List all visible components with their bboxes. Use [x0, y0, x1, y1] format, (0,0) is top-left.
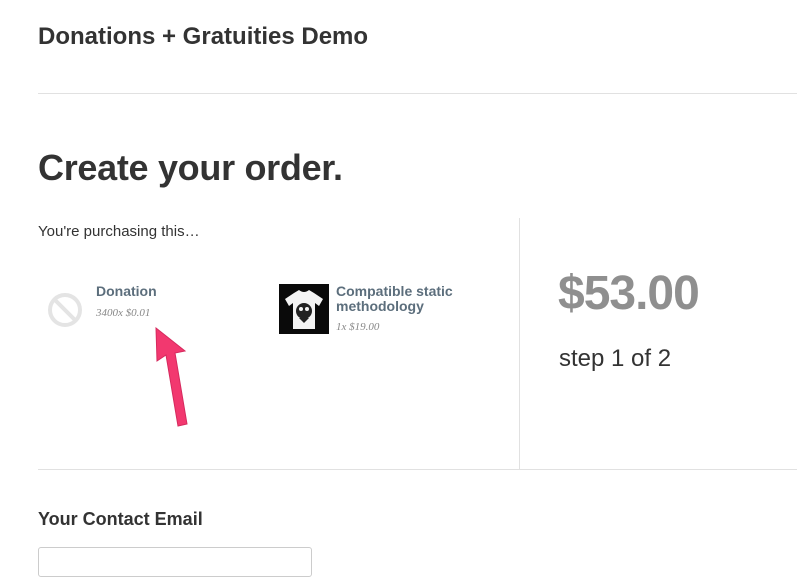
purchasing-label: You're purchasing this…: [38, 223, 200, 240]
tshirt-thumbnail[interactable]: [279, 284, 329, 334]
no-image-icon: [46, 291, 84, 329]
header-divider: [38, 93, 797, 94]
page-title: Create your order.: [38, 147, 343, 188]
email-field[interactable]: [38, 547, 312, 577]
step-indicator: step 1 of 2: [559, 345, 672, 372]
item-name-link[interactable]: Compatible static methodology: [336, 284, 476, 314]
item-quantity-price: 1x $19.00: [336, 321, 380, 333]
summary-divider: [519, 218, 520, 469]
contact-email-heading: Your Contact Email: [38, 509, 203, 529]
item-quantity-price: 3400x $0.01: [96, 307, 151, 319]
item-name-link[interactable]: Donation: [96, 284, 157, 299]
site-title: Donations + Gratuities Demo: [38, 23, 369, 50]
section-divider: [38, 469, 797, 470]
order-total: $53.00: [558, 267, 700, 320]
annotation-arrow: [155, 326, 188, 427]
